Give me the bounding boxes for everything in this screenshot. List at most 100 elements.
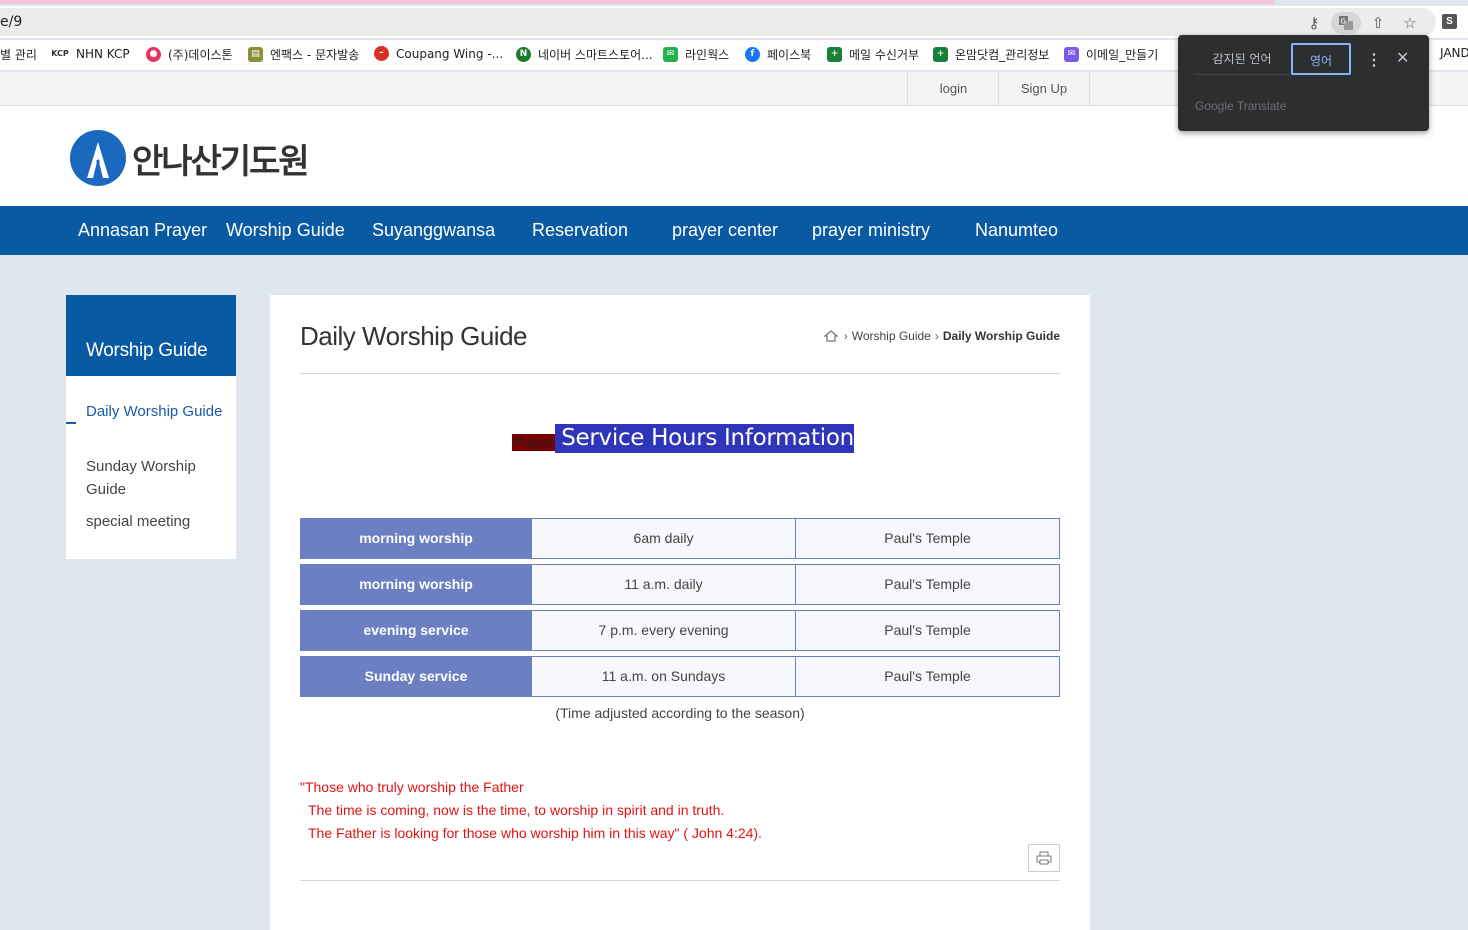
nav-reservation[interactable]: Reservation — [532, 206, 628, 255]
table-row: morning worship 11 a.m. daily Paul's Tem… — [300, 564, 1060, 605]
bookmark-label: 메일 수신거부 — [849, 48, 920, 62]
service-time: 7 p.m. every evening — [532, 610, 796, 651]
bookmark-label: NHN KCP — [76, 46, 130, 61]
translate-popup: 감지된 언어 영어 ⋮ ✕ Google Translate — [1178, 35, 1429, 131]
bookmark-item[interactable]: JAND — [1440, 46, 1468, 60]
table-row: morning worship 6am daily Paul's Temple — [300, 518, 1060, 559]
translate-icon[interactable]: G — [1331, 12, 1361, 34]
bookmark-item[interactable]: ▤ 엔팩스 - 문자발송 — [248, 46, 359, 63]
logo-text: 안나산기도원 — [132, 141, 310, 182]
url-text: e/9 — [0, 14, 23, 30]
svg-text:G: G — [1341, 18, 1346, 26]
chevron-right-icon: › — [843, 329, 848, 343]
bookmark-item[interactable]: N 네이버 스마트스토어... — [516, 46, 653, 63]
printer-icon — [1036, 851, 1052, 865]
bookmark-label: JAND — [1440, 46, 1468, 60]
bookmark-item[interactable]: 별 관리 — [0, 46, 37, 63]
breadcrumb-parent[interactable]: Worship Guide — [852, 329, 931, 343]
printer-icon: ▤ — [248, 47, 263, 62]
url-field[interactable]: e/9 — [0, 8, 1436, 36]
nav-worship-guide[interactable]: Worship Guide — [226, 206, 345, 255]
close-icon[interactable]: ✕ — [1396, 48, 1409, 68]
profile-icon[interactable]: S — [1442, 14, 1457, 29]
nav-prayer-center[interactable]: prayer center — [672, 206, 778, 255]
season-note: (Time adjusted according to the season) — [555, 705, 805, 721]
bible-verse: "Those who truly worship the Father The … — [300, 776, 762, 845]
side-item-special-meeting[interactable]: special meeting — [86, 510, 226, 533]
service-name: Sunday service — [300, 656, 532, 697]
service-name: evening service — [300, 610, 532, 651]
bookmark-item[interactable]: – Coupang Wing -... — [374, 46, 503, 61]
main-nav: Annasan Prayer Worship Guide Suyanggwans… — [0, 206, 1468, 255]
star-icon[interactable]: ☆ — [1398, 12, 1422, 34]
coupang-icon: – — [374, 46, 389, 61]
daystone-icon: ● — [146, 47, 161, 62]
print-button[interactable] — [1028, 844, 1060, 872]
service-name: morning worship — [300, 564, 532, 605]
share-icon[interactable]: ⇧ — [1366, 12, 1390, 34]
bookmark-item[interactable]: KCP NHN KCP — [51, 46, 130, 61]
nav-annasan-prayer[interactable]: Annasan Prayer — [78, 206, 207, 255]
bookmark-item[interactable]: ✉ 라인웍스 — [663, 46, 729, 63]
service-hours-heading: Prayer Service Hours Information — [512, 424, 854, 453]
verse-line: "Those who truly worship the Father — [300, 779, 524, 795]
bookmark-item[interactable]: ● (주)데이스톤 — [146, 46, 233, 63]
verse-line: The Father is looking for those who wors… — [308, 825, 762, 841]
nav-suyanggwansa[interactable]: Suyanggwansa — [372, 206, 495, 255]
bookmark-label: (주)데이스톤 — [168, 48, 233, 62]
bookmark-item[interactable]: f 페이스북 — [745, 46, 811, 63]
key-icon[interactable]: ⚷ — [1302, 12, 1326, 34]
bookmark-item[interactable]: + 온맘닷컴_관리정보 — [933, 46, 1049, 63]
tab-strip-accent — [0, 0, 1275, 4]
bookmark-label: 이메일_만들기 — [1086, 48, 1159, 62]
bottom-divider — [300, 880, 1060, 881]
active-indicator — [66, 422, 76, 424]
heading-main: Service Hours Information — [555, 424, 854, 453]
bookmark-label: 페이스북 — [767, 48, 812, 62]
mail-icon: ✉ — [663, 47, 678, 62]
bookmark-label: 별 관리 — [0, 48, 37, 62]
praying-hands-logo-icon — [70, 130, 126, 186]
tab-detected-language[interactable]: 감지된 언어 — [1194, 43, 1290, 75]
service-place: Paul's Temple — [796, 610, 1060, 651]
service-place: Paul's Temple — [796, 656, 1060, 697]
service-time: 11 a.m. daily — [532, 564, 796, 605]
heading-prefix: Prayer — [512, 434, 556, 451]
service-place: Paul's Temple — [796, 518, 1060, 559]
nav-nanumteo[interactable]: Nanumteo — [975, 206, 1058, 255]
table-row: evening service 7 p.m. every evening Pau… — [300, 610, 1060, 651]
bookmark-item[interactable]: + 메일 수신거부 — [827, 46, 919, 63]
side-item-daily-worship[interactable]: Daily Worship Guide — [86, 400, 226, 423]
address-bar: e/9 ⚷ G ⇧ ☆ — [0, 6, 1468, 38]
breadcrumb-current: Daily Worship Guide — [942, 329, 1060, 343]
kcp-icon: KCP — [51, 46, 69, 61]
main-content: Daily Worship Guide › Worship Guide › Da… — [270, 295, 1090, 930]
sheets-icon: + — [827, 47, 842, 62]
nav-prayer-ministry[interactable]: prayer ministry — [812, 206, 930, 255]
bookmark-item[interactable]: ✉ 이메일_만들기 — [1064, 46, 1158, 63]
service-time: 6am daily — [532, 518, 796, 559]
email-icon: ✉ — [1064, 47, 1079, 62]
login-link[interactable]: login — [907, 72, 999, 106]
naver-store-icon: N — [516, 47, 531, 62]
bookmark-label: 라인웍스 — [685, 48, 730, 62]
bookmark-label: 네이버 스마트스토어... — [538, 48, 653, 62]
breadcrumb: › Worship Guide › Daily Worship Guide — [823, 329, 1060, 343]
service-name: morning worship — [300, 518, 532, 559]
side-menu: Worship Guide Daily Worship Guide Sunday… — [66, 295, 236, 559]
translate-brand: Google Translate — [1195, 99, 1287, 113]
chevron-right-icon: › — [934, 329, 939, 343]
signup-link[interactable]: Sign Up — [998, 72, 1090, 106]
page-title: Daily Worship Guide — [300, 321, 528, 351]
home-icon[interactable] — [823, 330, 838, 342]
site-logo[interactable]: 안나산기도원 — [70, 130, 310, 186]
facebook-icon: f — [745, 47, 760, 62]
side-menu-title: Worship Guide — [66, 295, 236, 376]
more-options-icon[interactable]: ⋮ — [1366, 50, 1382, 70]
bookmark-label: Coupang Wing -... — [396, 46, 504, 61]
service-time: 11 a.m. on Sundays — [532, 656, 796, 697]
table-row: Sunday service 11 a.m. on Sundays Paul's… — [300, 656, 1060, 697]
side-item-sunday-worship[interactable]: Sunday Worship Guide — [86, 455, 226, 501]
tab-target-language[interactable]: 영어 — [1291, 43, 1351, 75]
verse-line: The time is coming, now is the time, to … — [308, 802, 725, 818]
